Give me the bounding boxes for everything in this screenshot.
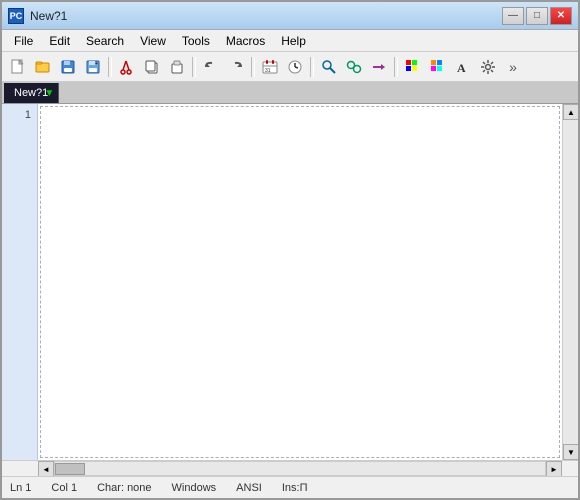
content-area: 1 ▲ ▼ <box>2 104 578 460</box>
app-window: PC New?1 — □ ✕ File Edit Search View Too… <box>0 0 580 500</box>
save-icon <box>60 59 76 75</box>
settings-icon <box>480 59 496 75</box>
status-col: Col 1 <box>51 482 77 494</box>
scroll-right-button[interactable]: ► <box>546 461 562 477</box>
save-button[interactable] <box>56 55 80 79</box>
menu-tools[interactable]: Tools <box>174 32 218 50</box>
menu-search[interactable]: Search <box>78 32 132 50</box>
toolbar-separator-4 <box>310 57 314 77</box>
svg-text:A: A <box>457 61 466 75</box>
menu-help[interactable]: Help <box>273 32 314 50</box>
toolbar: + 31 <box>2 52 578 82</box>
tab-download-icon: ▼ <box>44 88 54 99</box>
status-encoding: ANSI <box>236 482 262 494</box>
status-char: Char: none <box>97 482 151 494</box>
title-bar: PC New?1 — □ ✕ <box>2 2 578 30</box>
hscroll-track[interactable] <box>54 461 546 476</box>
saveas-icon: + <box>85 59 101 75</box>
replace-icon <box>346 59 362 75</box>
time-button[interactable] <box>283 55 307 79</box>
cut-icon <box>119 59 135 75</box>
window-title: New?1 <box>30 9 502 23</box>
new-button[interactable] <box>6 55 30 79</box>
replace-button[interactable] <box>342 55 366 79</box>
menu-edit[interactable]: Edit <box>41 32 78 50</box>
tab-bar: New?1 ▼ <box>2 82 578 104</box>
toolbar-separator-3 <box>251 57 255 77</box>
font-icon: A <box>455 59 471 75</box>
redo-icon <box>228 59 244 75</box>
menu-macros[interactable]: Macros <box>218 32 273 50</box>
horizontal-scrollbar: ◄ ► <box>2 460 578 476</box>
paste-icon <box>169 59 185 75</box>
app-icon: PC <box>8 8 24 24</box>
svg-text:31: 31 <box>265 68 271 74</box>
status-line-ending: Windows <box>172 482 217 494</box>
minimize-button[interactable]: — <box>502 7 524 25</box>
settings-button[interactable] <box>476 55 500 79</box>
new-icon <box>10 59 26 75</box>
menu-bar: File Edit Search View Tools Macros Help <box>2 30 578 52</box>
scroll-down-button[interactable]: ▼ <box>563 444 578 460</box>
paste-button[interactable] <box>165 55 189 79</box>
open-icon <box>35 59 51 75</box>
copy-button[interactable] <box>140 55 164 79</box>
title-buttons: — □ ✕ <box>502 7 572 25</box>
font-button[interactable]: A <box>451 55 475 79</box>
line-number-1: 1 <box>2 106 37 124</box>
status-bar: Ln 1 Col 1 Char: none Windows ANSI Ins:П <box>2 476 578 498</box>
redo-button[interactable] <box>224 55 248 79</box>
svg-text:+: + <box>95 61 98 67</box>
goto-button[interactable] <box>367 55 391 79</box>
search-icon <box>321 59 337 75</box>
saveas-button[interactable]: + <box>81 55 105 79</box>
line-numbers: 1 <box>2 104 38 460</box>
date-icon: 31 <box>262 59 278 75</box>
scroll-left-button[interactable]: ◄ <box>38 461 54 477</box>
toolbar-separator-2 <box>192 57 196 77</box>
maximize-button[interactable]: □ <box>526 7 548 25</box>
color1-button[interactable] <box>401 55 425 79</box>
toolbar-separator-5 <box>394 57 398 77</box>
open-button[interactable] <box>31 55 55 79</box>
undo-icon <box>203 59 219 75</box>
tab-new1[interactable]: New?1 ▼ <box>4 83 59 103</box>
hscroll-left-spacer <box>2 461 38 476</box>
editor-content[interactable] <box>41 107 559 457</box>
copy-icon <box>144 59 160 75</box>
tab-label: New?1 <box>14 87 48 99</box>
menu-file[interactable]: File <box>6 32 41 50</box>
vertical-scrollbar: ▲ ▼ <box>562 104 578 460</box>
date-button[interactable]: 31 <box>258 55 282 79</box>
color2-button[interactable] <box>426 55 450 79</box>
color1-icon <box>405 59 421 75</box>
status-line: Ln 1 <box>10 482 31 494</box>
color2-icon <box>430 59 446 75</box>
editor-area[interactable] <box>40 106 560 458</box>
menu-view[interactable]: View <box>132 32 174 50</box>
hscroll-thumb[interactable] <box>55 463 85 475</box>
time-icon <box>287 59 303 75</box>
toolbar-separator-1 <box>108 57 112 77</box>
hscroll-right-spacer <box>562 461 578 476</box>
scroll-track-v[interactable] <box>563 120 578 444</box>
cut-button[interactable] <box>115 55 139 79</box>
more-button[interactable]: » <box>501 55 525 79</box>
close-button[interactable]: ✕ <box>550 7 572 25</box>
search-button[interactable] <box>317 55 341 79</box>
undo-button[interactable] <box>199 55 223 79</box>
status-extra: Ins:П <box>282 482 308 494</box>
scroll-up-button[interactable]: ▲ <box>563 104 578 120</box>
goto-icon <box>371 59 387 75</box>
